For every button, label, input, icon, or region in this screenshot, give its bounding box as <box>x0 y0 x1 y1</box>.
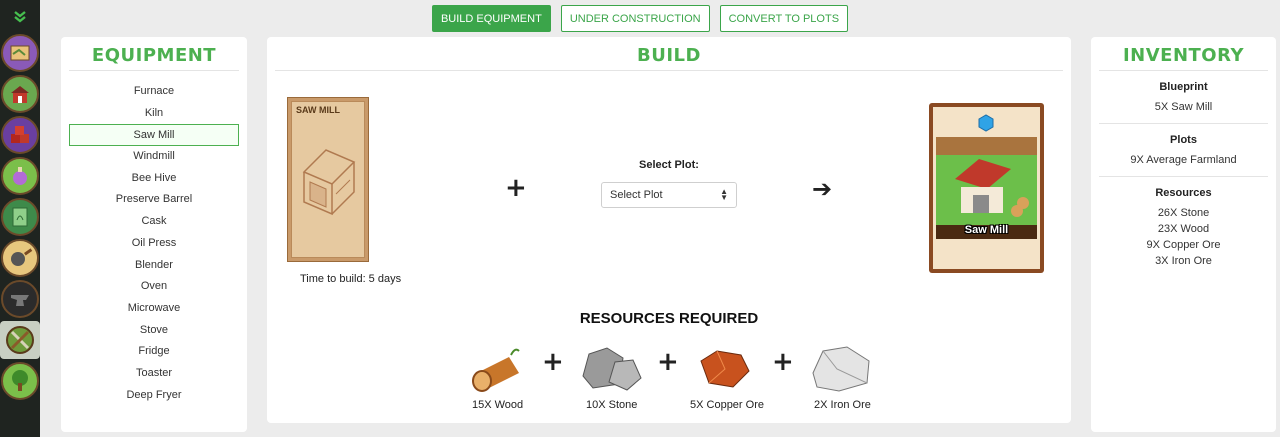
equipment-item-saw-mill[interactable]: Saw Mill <box>69 124 239 147</box>
equipment-item-stove[interactable]: Stove <box>61 320 247 342</box>
select-plot-value: Select Plot <box>610 189 663 201</box>
equipment-item-deep-fryer[interactable]: Deep Fryer <box>61 385 247 407</box>
equipment-item-oven[interactable]: Oven <box>61 276 247 298</box>
copper-ore-icon <box>700 350 750 388</box>
divider <box>69 70 239 71</box>
select-plot-dropdown[interactable]: Select Plot ▲ ▼ <box>601 182 737 208</box>
time-to-build: Time to build: 5 days <box>300 273 402 285</box>
resource-stone-label: 10X Stone <box>586 399 638 411</box>
inventory-resources-section: Resources 26X Stone 23X Wood 9X Copper O… <box>1091 177 1276 277</box>
seed-packet-icon[interactable] <box>1 198 39 236</box>
cooking-pan-icon[interactable] <box>1 239 39 277</box>
resources-title: RESOURCES REQUIRED <box>579 310 759 327</box>
inventory-panel: INVENTORY Blueprint 5X Saw Mill Plots 9X… <box>1091 37 1276 432</box>
map-icon[interactable] <box>1 34 39 72</box>
inventory-line: 9X Average Farmland <box>1130 154 1237 166</box>
equipment-item-kiln[interactable]: Kiln <box>61 103 247 125</box>
inventory-line: 5X Saw Mill <box>1154 101 1213 113</box>
equipment-item-bee-hive[interactable]: Bee Hive <box>61 168 247 190</box>
resource-wood-label: 15X Wood <box>472 399 524 411</box>
anvil-icon[interactable] <box>1 280 39 318</box>
resource-copper <box>697 347 753 395</box>
plus-icon: + <box>657 347 679 377</box>
inventory-line: 26X Stone <box>1157 207 1210 219</box>
arrow-right-icon: ➔ <box>812 175 833 203</box>
saw-mill-artwork <box>936 114 1037 239</box>
crossed-tools-icon[interactable] <box>0 321 40 359</box>
equipment-item-fridge[interactable]: Fridge <box>61 341 247 363</box>
inventory-plots-heading: Plots <box>1170 134 1197 146</box>
blueprint-card[interactable]: SAW MILL <box>287 97 369 262</box>
equipment-list: Furnace Kiln Saw Mill Windmill Bee Hive Prese… <box>61 81 247 406</box>
equipment-item-cask[interactable]: Cask <box>61 211 247 233</box>
plus-icon: + <box>505 173 527 203</box>
inventory-line: 23X Wood <box>1157 223 1210 235</box>
saw-mill-card[interactable]: Saw Mill <box>929 103 1044 273</box>
inventory-line: 9X Copper Ore <box>1146 239 1221 251</box>
equipment-item-preserve-barrel[interactable]: Preserve Barrel <box>61 189 247 211</box>
barn-icon[interactable] <box>1 75 39 113</box>
inventory-plots-section: Plots 9X Average Farmland <box>1091 124 1276 176</box>
select-arrows-icon: ▲ ▼ <box>720 187 728 202</box>
equipment-item-microwave[interactable]: Microwave <box>61 298 247 320</box>
under-construction-button[interactable]: UNDER CONSTRUCTION <box>560 5 710 32</box>
build-equipment-button[interactable]: BUILD EQUIPMENT <box>431 5 551 32</box>
equipment-item-toaster[interactable]: Toaster <box>61 363 247 385</box>
divider <box>275 70 1063 71</box>
top-tabs: BUILD EQUIPMENT UNDER CONSTRUCTION CONVE… <box>0 5 1280 32</box>
resource-copper-label: 5X Copper Ore <box>690 399 764 411</box>
saw-mill-card-label: Saw Mill <box>964 224 1009 236</box>
inventory-line: 3X Iron Ore <box>1155 255 1212 267</box>
convert-to-plots-button[interactable]: CONVERT TO PLOTS <box>719 5 849 32</box>
select-plot-label: Select Plot: <box>639 159 699 171</box>
resource-iron-label: 2X Iron Ore <box>814 399 871 411</box>
inventory-blueprint-heading: Blueprint <box>1159 81 1208 93</box>
equipment-title: EQUIPMENT <box>91 45 217 66</box>
build-title: BUILD <box>637 45 701 66</box>
equipment-item-windmill[interactable]: Windmill <box>61 146 247 168</box>
stone-icon <box>582 347 642 391</box>
inventory-blueprint-section: Blueprint 5X Saw Mill <box>1091 71 1276 123</box>
inventory-title: INVENTORY <box>1122 45 1245 66</box>
inventory-resources-heading: Resources <box>1155 187 1212 199</box>
plus-icon: + <box>772 347 794 377</box>
saw-mill-blueprint-icon <box>302 149 356 216</box>
sidebar-rail <box>0 0 40 437</box>
resource-wood <box>467 345 525 399</box>
equipment-item-blender[interactable]: Blender <box>61 255 247 277</box>
resource-stone <box>579 342 643 398</box>
wood-log-icon <box>472 348 520 392</box>
resource-iron <box>809 343 875 399</box>
blueprint-card-title: SAW MILL <box>296 105 340 115</box>
iron-ore-icon <box>812 346 870 392</box>
tree-icon[interactable] <box>1 362 39 400</box>
equipment-panel: EQUIPMENT Furnace Kiln Saw Mill Windmill Bee… <box>61 37 247 432</box>
plus-icon: + <box>542 347 564 377</box>
potion-icon[interactable] <box>1 157 39 195</box>
build-panel: BUILD SAW MILL Time to build: 5 days + S… <box>267 37 1071 423</box>
equipment-item-oil-press[interactable]: Oil Press <box>61 233 247 255</box>
crates-icon[interactable] <box>1 116 39 154</box>
equipment-item-furnace[interactable]: Furnace <box>61 81 247 103</box>
